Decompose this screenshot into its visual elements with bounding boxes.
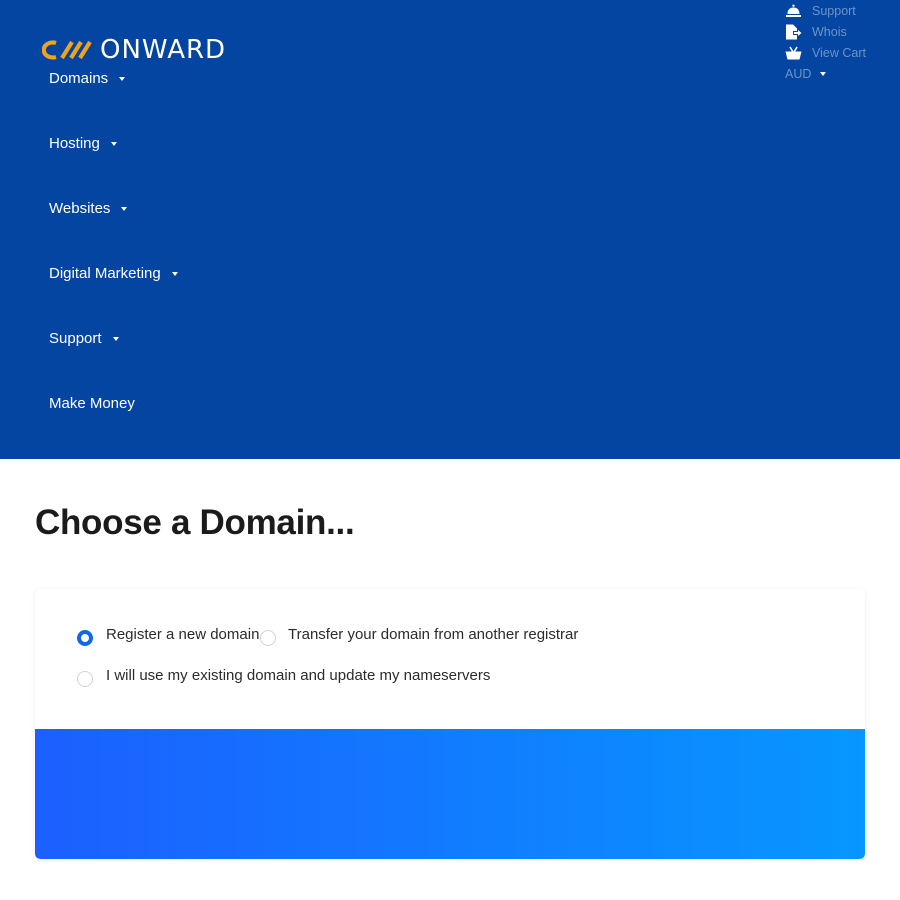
nav-item-domains[interactable]: Domains <box>49 68 126 88</box>
nav-item-label: Websites <box>49 199 111 217</box>
option-register-domain[interactable]: Register a new domain <box>77 626 259 646</box>
nav-item-label: Domains <box>49 69 109 87</box>
top-link-label: Whois <box>812 24 847 39</box>
caret-down-icon <box>110 141 117 146</box>
nav-item-websites[interactable]: Websites <box>49 198 128 218</box>
top-link-whois[interactable]: Whois <box>785 21 895 42</box>
domain-search-panel <box>35 729 865 859</box>
caret-down-icon <box>112 336 119 341</box>
site-header: ONWARD Support Whois View Cart AUD Domai… <box>0 0 900 459</box>
radio-transfer-domain[interactable] <box>260 630 276 646</box>
option-label: Transfer your domain from another regist… <box>288 626 579 643</box>
option-label: Register a new domain <box>106 626 260 643</box>
nav-item-digital-marketing[interactable]: Digital Marketing <box>49 263 178 283</box>
nav-item-label: Digital Marketing <box>49 264 161 282</box>
nav-item-support[interactable]: Support <box>49 328 119 348</box>
file-arrow-icon <box>785 24 803 40</box>
currency-selector[interactable]: AUD <box>785 63 895 84</box>
onward-logo-mark-icon <box>42 40 92 60</box>
domain-options-card: Register a new domain Transfer your doma… <box>35 589 865 859</box>
top-link-support[interactable]: Support <box>785 0 895 21</box>
radio-register-domain[interactable] <box>77 630 93 646</box>
option-transfer-domain[interactable]: Transfer your domain from another regist… <box>260 626 578 646</box>
option-existing-domain[interactable]: I will use my existing domain and update… <box>77 667 490 687</box>
nav-item-label: Make Money <box>49 394 135 412</box>
caret-down-icon <box>119 76 126 81</box>
brand-name: ONWARD <box>100 35 227 65</box>
brand-logo[interactable]: ONWARD <box>42 34 226 66</box>
basket-icon <box>785 45 803 61</box>
nav-item-hosting[interactable]: Hosting <box>49 133 117 153</box>
caret-down-icon <box>171 271 178 276</box>
top-link-label: View Cart <box>812 45 866 60</box>
currency-label: AUD <box>785 66 812 81</box>
radio-existing-domain[interactable] <box>77 671 93 687</box>
page-title: Choose a Domain... <box>35 503 355 542</box>
caret-down-icon <box>121 206 128 211</box>
top-link-label: Support <box>812 3 856 18</box>
nav-item-make-money[interactable]: Make Money <box>49 393 135 413</box>
option-label: I will use my existing domain and update… <box>106 667 491 684</box>
top-utility-bar: Support Whois View Cart AUD <box>785 0 895 84</box>
caret-down-icon <box>820 71 827 76</box>
nav-item-label: Support <box>49 329 102 347</box>
bell-icon <box>785 3 803 19</box>
top-link-view-cart[interactable]: View Cart <box>785 42 895 63</box>
nav-item-label: Hosting <box>49 134 100 152</box>
